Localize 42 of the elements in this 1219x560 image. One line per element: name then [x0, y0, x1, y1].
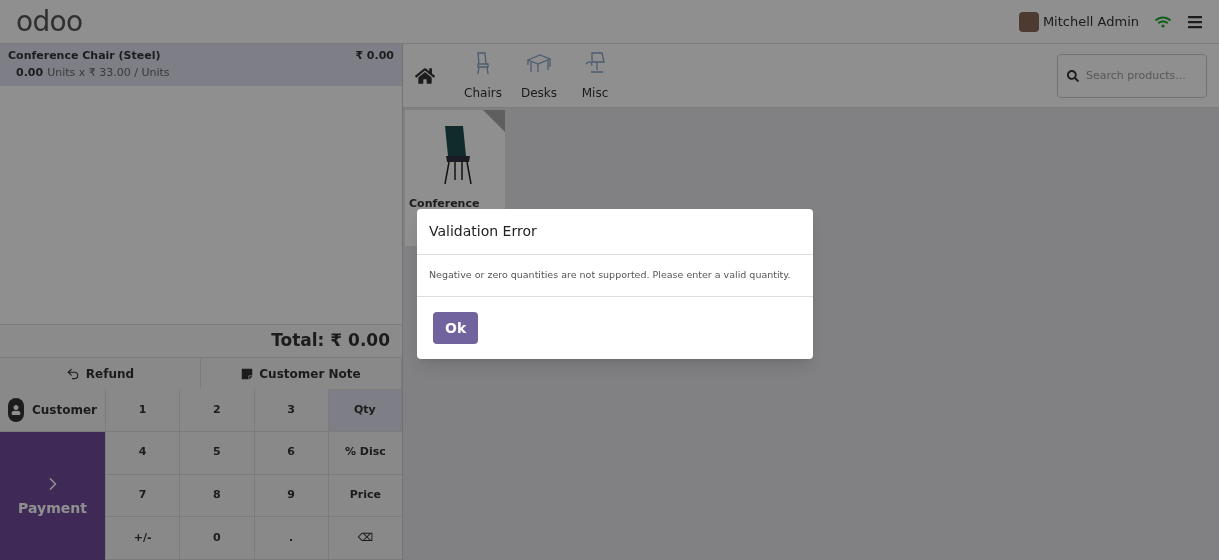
- numpad-key[interactable]: 2: [179, 389, 254, 432]
- undo-icon: [65, 366, 80, 381]
- line-price: ₹ 0.00: [355, 48, 394, 64]
- category-button[interactable]: Misc: [567, 49, 623, 102]
- note-icon: [241, 367, 254, 380]
- numpad-key[interactable]: Qty: [327, 389, 402, 432]
- category-button[interactable]: Desks: [511, 49, 567, 102]
- numpad-key[interactable]: 9: [253, 474, 328, 518]
- numpad-key[interactable]: 1: [105, 389, 180, 432]
- wifi-icon: [1155, 13, 1171, 30]
- customer-button[interactable]: Customer: [0, 389, 105, 432]
- numpad-key[interactable]: ⌫: [327, 517, 402, 560]
- action-button[interactable]: Customer Note: [201, 358, 402, 389]
- order-total: Total: ₹ 0.00: [271, 329, 390, 353]
- search-field[interactable]: Search products...: [1057, 53, 1207, 98]
- ok-button[interactable]: Ok: [433, 312, 479, 344]
- numpad-key[interactable]: .: [253, 517, 328, 560]
- numpad-key[interactable]: % Disc: [327, 431, 402, 475]
- line-quantity: 0.00: [16, 64, 44, 81]
- user-name[interactable]: Mitchell Admin: [1042, 11, 1139, 32]
- product-name: Conference: [408, 196, 481, 212]
- numpad-key[interactable]: 7: [105, 474, 180, 518]
- unit-price: Units x ₹ 33.00 / Units: [47, 64, 170, 81]
- numpad-key[interactable]: 6: [253, 431, 328, 475]
- user-icon: [8, 398, 24, 422]
- home-icon[interactable]: [415, 65, 435, 86]
- numpad-key[interactable]: Price: [327, 474, 402, 518]
- numpad-key[interactable]: 3: [253, 389, 328, 432]
- menu-icon[interactable]: [1187, 13, 1203, 30]
- numpad-key[interactable]: 4: [105, 431, 180, 475]
- odoo-logo: odoo: [16, 7, 83, 36]
- numpad-key[interactable]: 0: [179, 517, 254, 560]
- avatar-icon: [1018, 11, 1039, 32]
- category-button[interactable]: Chairs: [455, 49, 511, 102]
- numpad-key[interactable]: 5: [179, 431, 254, 475]
- numpad-key[interactable]: 8: [179, 474, 254, 518]
- numpad-key[interactable]: +/-: [105, 517, 180, 560]
- action-button[interactable]: Refund: [0, 358, 201, 389]
- search-icon: [1067, 69, 1079, 82]
- payment-button[interactable]: Payment: [0, 432, 105, 560]
- dialog-message: Negative or zero quantities are not supported. Please enter a valid quantity.: [429, 268, 791, 283]
- product-name: Conference Chair (Steel): [8, 48, 161, 64]
